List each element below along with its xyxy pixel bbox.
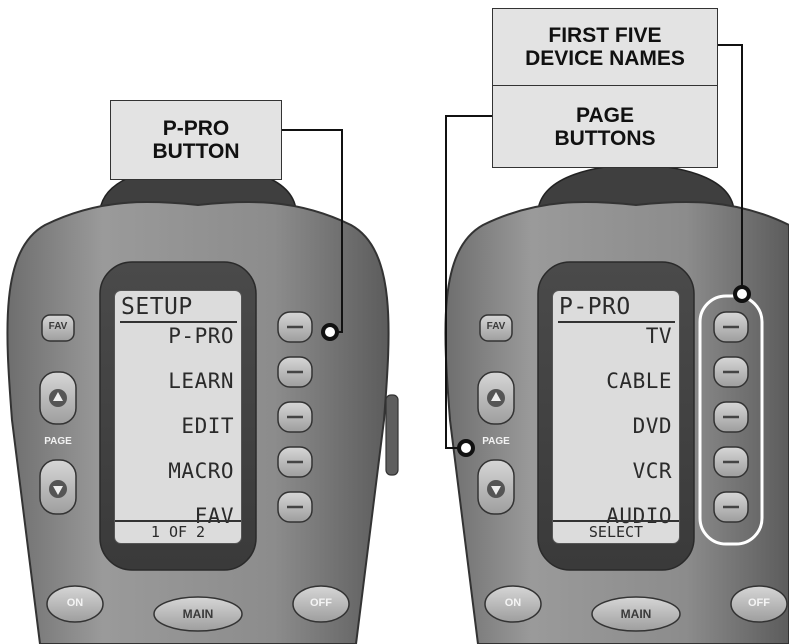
right-select-button-4[interactable] [713, 446, 749, 478]
left-title-underline [120, 321, 237, 323]
right-page-down-button[interactable] [477, 459, 515, 515]
right-fav-button[interactable] [479, 314, 513, 342]
right-on-button[interactable] [484, 585, 542, 623]
right-page-up-button[interactable] [477, 371, 515, 425]
left-footer-divider [115, 520, 241, 522]
page-buttons-marker [457, 439, 475, 457]
left-page-up-button[interactable] [39, 371, 77, 425]
pro-button-marker [321, 323, 339, 341]
right-screen-item-1: TV [645, 324, 672, 348]
left-select-button-1[interactable] [277, 311, 313, 343]
right-select-button-2[interactable] [713, 356, 749, 388]
left-screen-item-2: LEARN [168, 369, 234, 393]
left-screen-item-4: MACRO [168, 459, 234, 483]
right-main-button[interactable] [591, 596, 681, 632]
callout-device-names: FIRST FIVE DEVICE NAMES [492, 8, 718, 86]
right-screen-title: P-PRO [559, 294, 631, 320]
left-select-button-3[interactable] [277, 401, 313, 433]
right-off-button[interactable] [730, 585, 788, 623]
right-select-button-5[interactable] [713, 491, 749, 523]
left-select-button-5[interactable] [277, 491, 313, 523]
right-select-button-1[interactable] [713, 311, 749, 343]
callout-pro-button: P-PRO BUTTON [110, 100, 282, 180]
left-screen-footer: 1 OF 2 [150, 523, 206, 541]
right-screen-footer: SELECT [588, 523, 644, 541]
left-off-button[interactable] [292, 585, 350, 623]
left-remote-side-grip [385, 394, 399, 476]
left-lcd-screen: SETUP P-PRO LEARN EDIT MACRO FAV 1 OF 2 [114, 290, 242, 544]
callout-page-buttons: PAGE BUTTONS [492, 86, 718, 168]
left-page-down-button[interactable] [39, 459, 77, 515]
right-screen-item-4: VCR [632, 459, 672, 483]
right-footer-divider [553, 520, 679, 522]
left-main-button[interactable] [153, 596, 243, 632]
left-screen-item-1: P-PRO [168, 324, 234, 348]
right-title-underline [558, 321, 675, 323]
left-screen-title: SETUP [121, 294, 193, 320]
left-select-button-2[interactable] [277, 356, 313, 388]
right-screen-item-3: DVD [632, 414, 672, 438]
left-fav-button[interactable] [41, 314, 75, 342]
right-select-button-3[interactable] [713, 401, 749, 433]
right-lcd-screen: P-PRO TV CABLE DVD VCR AUDIO SELECT [552, 290, 680, 544]
left-screen-item-3: EDIT [181, 414, 234, 438]
right-screen-item-2: CABLE [606, 369, 672, 393]
left-on-button[interactable] [46, 585, 104, 623]
left-select-button-4[interactable] [277, 446, 313, 478]
device-names-marker [733, 285, 751, 303]
